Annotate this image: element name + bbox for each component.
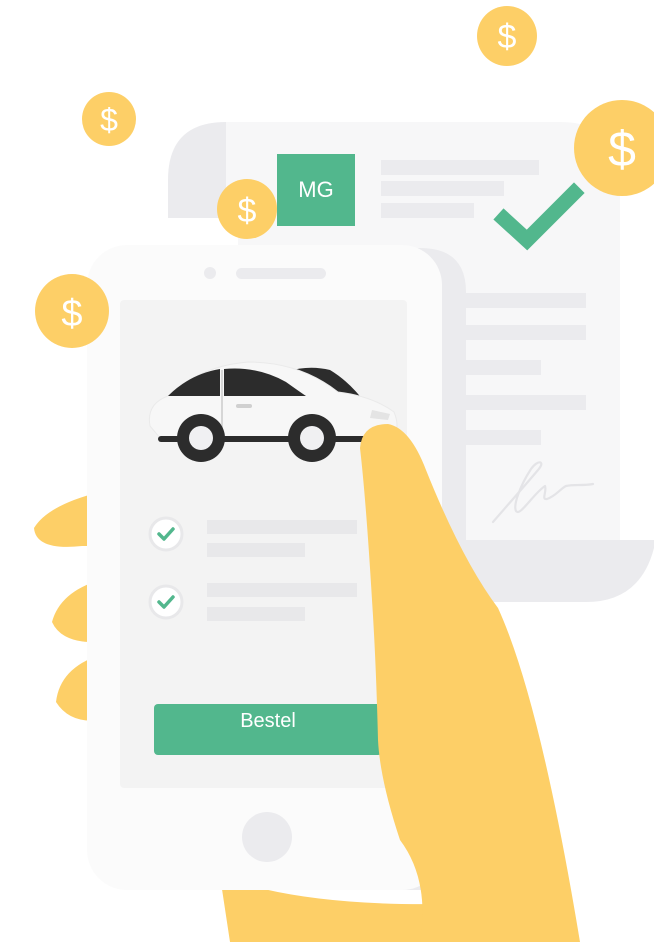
phone-camera bbox=[204, 267, 216, 279]
list-item-line bbox=[207, 520, 357, 534]
order-button[interactable]: Bestel bbox=[154, 704, 382, 755]
check-circle-icon bbox=[148, 516, 184, 552]
phone-speaker bbox=[236, 268, 326, 279]
svg-text:$: $ bbox=[608, 121, 636, 177]
order-button-label[interactable]: Bestel bbox=[240, 710, 296, 732]
check-circle-icon bbox=[148, 584, 184, 620]
document-line bbox=[381, 160, 539, 175]
svg-text:$: $ bbox=[61, 293, 82, 335]
document-line bbox=[381, 181, 504, 196]
dollar-coin-icon: $ bbox=[82, 92, 136, 146]
document-line bbox=[455, 360, 541, 375]
document-line bbox=[455, 325, 586, 340]
illustration: MG Bestel $ $ $ $ $ bbox=[34, 6, 654, 942]
phone-home-button[interactable] bbox=[242, 812, 292, 862]
brand-logo-text: MG bbox=[298, 177, 333, 202]
document-line bbox=[381, 203, 474, 218]
dollar-coin-icon: $ bbox=[217, 179, 277, 239]
list-item-line bbox=[207, 607, 305, 621]
list-item-line bbox=[207, 583, 357, 597]
document-line bbox=[455, 395, 586, 410]
dollar-coin-icon: $ bbox=[35, 274, 109, 348]
document-line bbox=[455, 293, 586, 308]
svg-text:$: $ bbox=[100, 102, 118, 138]
document-line bbox=[455, 430, 541, 445]
svg-text:$: $ bbox=[498, 18, 517, 56]
dollar-coin-icon: $ bbox=[477, 6, 537, 66]
svg-text:$: $ bbox=[238, 192, 257, 230]
list-item-line bbox=[207, 543, 305, 557]
